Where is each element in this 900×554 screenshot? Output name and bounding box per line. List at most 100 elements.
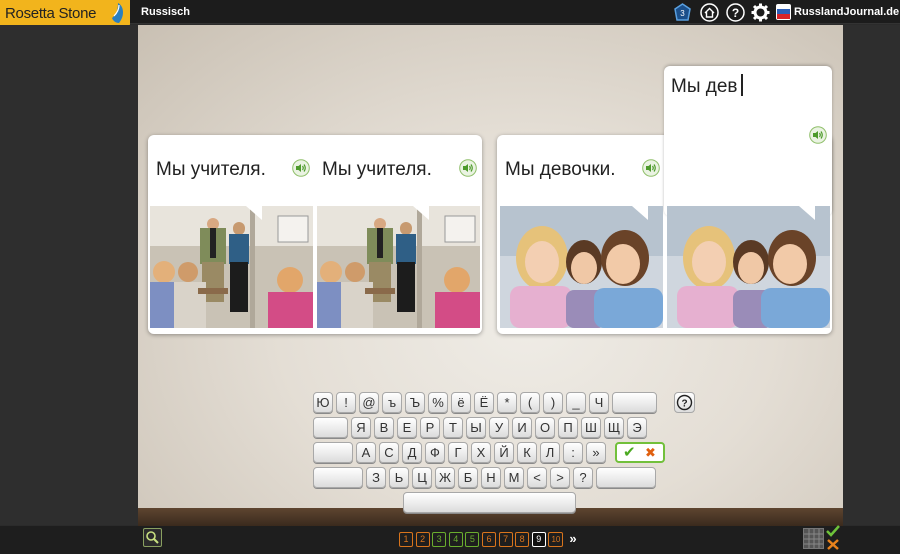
screen-page-3[interactable]: 3 — [432, 532, 447, 547]
keyboard-key[interactable]: * — [497, 392, 517, 413]
screen-page-8[interactable]: 8 — [515, 532, 530, 547]
logo-text: Rosetta Stone — [5, 5, 97, 22]
keyboard-key[interactable]: ! — [336, 392, 356, 413]
help-icon: ? — [676, 394, 693, 411]
card-phrase: Мы девочки. — [505, 159, 616, 180]
keyboard-key[interactable]: Б — [458, 467, 478, 488]
speaker-icon[interactable] — [459, 159, 477, 177]
keyboard-key[interactable]: _ — [566, 392, 586, 413]
keyboard-key[interactable]: И — [512, 417, 532, 438]
help-icon[interactable]: ? — [726, 3, 745, 22]
keyboard-key[interactable]: П — [558, 417, 578, 438]
keyboard-key[interactable]: Е — [397, 417, 417, 438]
keyboard-key[interactable]: У — [489, 417, 509, 438]
keyboard-key-blank[interactable] — [313, 417, 348, 438]
keyboard-key[interactable]: Л — [540, 442, 560, 463]
keyboard-key[interactable]: ? — [573, 467, 593, 488]
svg-text:?: ? — [732, 6, 739, 20]
card-phrase: Мы учителя. — [322, 159, 432, 180]
account-label[interactable]: RusslandJournal.de — [794, 6, 899, 18]
keyboard-key[interactable]: @ — [359, 392, 379, 413]
keyboard-key[interactable]: А — [356, 442, 376, 463]
screen-page-10[interactable]: 10 — [548, 532, 564, 547]
keyboard-key[interactable]: М — [504, 467, 524, 488]
keyboard-key[interactable]: Ь — [389, 467, 409, 488]
screen-page-5[interactable]: 5 — [465, 532, 480, 547]
keyboard-key[interactable]: Г — [448, 442, 468, 463]
check-answer-button[interactable]: ✔ ✖ — [615, 442, 665, 463]
screen-page-2[interactable]: 2 — [415, 532, 430, 547]
keyboard-key[interactable]: Ш — [581, 417, 601, 438]
magnifier-icon — [146, 531, 159, 544]
keyboard-key[interactable]: Я — [351, 417, 371, 438]
girls-photo[interactable] — [667, 206, 830, 328]
keyboard-key[interactable]: О — [535, 417, 555, 438]
speaker-icon[interactable] — [292, 159, 310, 177]
keyboard-help-button[interactable]: ? — [674, 392, 695, 413]
lesson-badge-icon[interactable]: 3 — [673, 3, 692, 22]
keyboard-key[interactable]: ( — [520, 392, 540, 413]
keyboard-key[interactable]: С — [379, 442, 399, 463]
keyboard-key[interactable]: % — [428, 392, 448, 413]
keyboard-key[interactable]: ё — [451, 392, 471, 413]
speaker-icon[interactable] — [642, 159, 660, 177]
keyboard-key[interactable]: Ж — [435, 467, 455, 488]
keyboard-key-blank[interactable] — [596, 467, 656, 488]
home-icon[interactable] — [700, 3, 719, 22]
keyboard-key[interactable]: Ц — [412, 467, 432, 488]
keyboard-key[interactable]: Ф — [425, 442, 445, 463]
girls-photo[interactable] — [500, 206, 663, 328]
russia-flag-icon — [776, 4, 791, 20]
keyboard-key[interactable]: : — [563, 442, 583, 463]
keyboard-key[interactable]: Э — [627, 417, 647, 438]
left-panel — [0, 25, 138, 525]
keyboard-key[interactable]: Т — [443, 417, 463, 438]
speaker-icon[interactable] — [809, 126, 827, 144]
grid-icon — [804, 529, 823, 548]
screen-page-9[interactable]: 9 — [531, 532, 546, 547]
svg-text:3: 3 — [680, 9, 685, 18]
keyboard-key[interactable]: Ъ — [405, 392, 425, 413]
svg-text:?: ? — [681, 399, 687, 410]
keyboard-key[interactable]: ъ — [382, 392, 402, 413]
zoom-button[interactable] — [143, 528, 162, 547]
screen-page-4[interactable]: 4 — [448, 532, 463, 547]
cross-icon: ✖ — [645, 445, 656, 460]
keyboard-key[interactable]: Д — [402, 442, 422, 463]
screen-page-1[interactable]: 1 — [399, 532, 413, 547]
keyboard-key[interactable]: ) — [543, 392, 563, 413]
answer-input[interactable]: Мы дев — [671, 76, 738, 98]
keyboard-key[interactable]: Щ — [604, 417, 624, 438]
keyboard-key[interactable]: Ё — [474, 392, 494, 413]
keyboard-key[interactable]: Ч — [589, 392, 609, 413]
keyboard-key[interactable]: Р — [420, 417, 440, 438]
keyboard-key-blank[interactable] — [612, 392, 657, 413]
keyboard-key[interactable]: В — [374, 417, 394, 438]
next-screen-button[interactable]: » — [565, 532, 581, 547]
keyboard-key-blank[interactable] — [313, 467, 363, 488]
keyboard-key[interactable]: Н — [481, 467, 501, 488]
teachers-photo[interactable] — [317, 206, 480, 328]
grid-view-button[interactable] — [803, 528, 824, 549]
rosetta-stone-logo[interactable]: Rosetta Stone — [0, 0, 130, 27]
keyboard-key-blank[interactable] — [313, 442, 353, 463]
keyboard-key[interactable]: Й — [494, 442, 514, 463]
keyboard-key[interactable]: Х — [471, 442, 491, 463]
course-title: Russisch — [141, 6, 190, 18]
teachers-photo[interactable] — [150, 206, 313, 328]
screen-page-6[interactable]: 6 — [482, 532, 496, 547]
check-icon: ✔ — [623, 444, 636, 461]
keyboard-key[interactable]: < — [527, 467, 547, 488]
keyboard-key[interactable]: Ю — [313, 392, 333, 413]
keyboard-key[interactable]: Ы — [466, 417, 486, 438]
card-phrase: Мы учителя. — [156, 159, 266, 180]
gear-icon[interactable] — [751, 3, 770, 22]
keyboard-key[interactable]: З — [366, 467, 386, 488]
text-cursor — [741, 74, 743, 96]
screen-page-7[interactable]: 7 — [498, 532, 513, 547]
spacebar-key[interactable] — [403, 492, 576, 513]
keyboard-key[interactable]: К — [517, 442, 537, 463]
score-indicator-icon — [826, 525, 840, 550]
keyboard-key[interactable]: » — [586, 442, 606, 463]
keyboard-key[interactable]: > — [550, 467, 570, 488]
